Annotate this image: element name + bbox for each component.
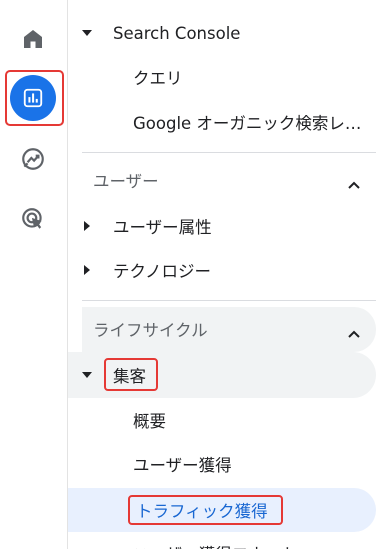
advertising-icon[interactable] <box>10 196 56 242</box>
nav-item-label: ユーザー獲得 <box>133 456 232 475</box>
section-label: ユーザー <box>93 172 159 191</box>
nav-group-label: テクノロジー <box>113 262 212 281</box>
section-label: ライフサイクル <box>93 321 208 340</box>
caret-down-icon <box>82 370 92 380</box>
left-nav-rail <box>0 0 68 549</box>
divider <box>82 300 376 301</box>
nav-item-label: 概要 <box>133 412 166 431</box>
nav-item-label: ユーザー獲得コホート <box>133 541 298 549</box>
divider <box>82 152 376 153</box>
reports-icon[interactable] <box>10 75 56 121</box>
nav-item-user-acquisition[interactable]: ユーザー獲得 <box>68 442 376 486</box>
nav-item-user-acquisition-cohort[interactable]: ユーザー獲得コホート <box>68 532 376 549</box>
nav-group-label: ユーザー属性 <box>113 218 212 237</box>
section-user[interactable]: ユーザー <box>82 158 376 202</box>
section-lifecycle[interactable]: ライフサイクル <box>82 307 376 351</box>
nav-group-demographics[interactable]: ユーザー属性 <box>68 204 376 248</box>
highlight-box-acquisition <box>104 358 158 391</box>
nav-item-organic-search[interactable]: Google オーガニック検索レ… <box>68 100 376 144</box>
nav-item-queries[interactable]: クエリ <box>68 55 376 99</box>
reports-nav-panel: Search Console クエリ Google オーガニック検索レ… ユーザ… <box>68 0 389 549</box>
chevron-up-icon <box>348 174 360 193</box>
explore-icon[interactable] <box>10 136 56 182</box>
nav-item-label: クエリ <box>133 69 183 88</box>
nav-item-overview[interactable]: 概要 <box>68 398 376 442</box>
caret-down-icon <box>82 28 92 38</box>
chevron-up-icon <box>348 323 360 342</box>
nav-group-technology[interactable]: テクノロジー <box>68 248 376 292</box>
nav-group-label: Search Console <box>113 23 241 43</box>
caret-right-icon <box>82 221 92 231</box>
nav-group-search-console[interactable]: Search Console <box>68 11 376 55</box>
home-icon[interactable] <box>10 16 56 62</box>
nav-item-label: Google オーガニック検索レ… <box>133 114 362 133</box>
highlight-box-traffic-acquisition <box>128 495 283 525</box>
caret-right-icon <box>82 265 92 275</box>
